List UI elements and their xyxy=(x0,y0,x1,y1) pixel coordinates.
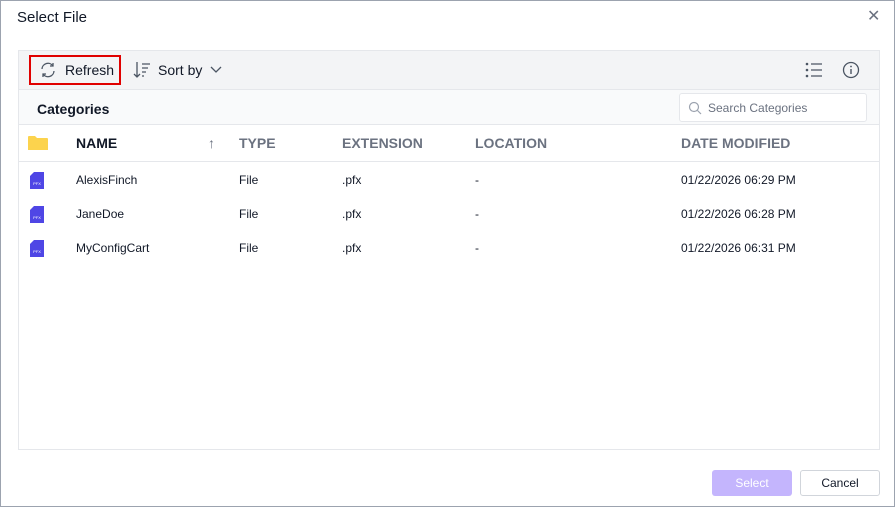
file-name: MyConfigCart xyxy=(76,241,150,255)
file-manager: Refresh Sort by Categories NAME ↑ TYPE E… xyxy=(18,50,880,450)
table-row[interactable]: PFX MyConfigCart File .pfx - 01/22/2026 … xyxy=(19,230,879,264)
file-location: - xyxy=(475,207,479,221)
sort-ascending-icon: ↑ xyxy=(208,135,215,151)
sort-by-button[interactable]: Sort by xyxy=(132,55,232,85)
pfx-file-icon: PFX xyxy=(30,206,44,223)
refresh-button[interactable]: Refresh xyxy=(29,55,121,85)
select-file-dialog: Select File ✕ Refresh Sort by Categories xyxy=(0,0,895,507)
refresh-icon xyxy=(41,62,55,78)
search-box xyxy=(679,93,867,122)
folder-icon xyxy=(28,136,48,150)
cancel-button[interactable]: Cancel xyxy=(800,470,880,496)
file-location: - xyxy=(475,173,479,187)
column-date-modified[interactable]: DATE MODIFIED xyxy=(681,135,790,151)
dialog-title: Select File xyxy=(17,9,88,26)
close-icon[interactable]: ✕ xyxy=(867,6,880,26)
refresh-label: Refresh xyxy=(65,62,115,78)
sort-icon xyxy=(133,62,150,78)
select-button[interactable]: Select xyxy=(712,470,792,496)
pfx-file-icon: PFX xyxy=(30,240,44,257)
list-view-icon[interactable] xyxy=(804,61,824,79)
file-extension: .pfx xyxy=(342,173,362,187)
file-extension: .pfx xyxy=(342,207,362,221)
pfx-file-icon: PFX xyxy=(30,172,44,189)
svg-text:PFX: PFX xyxy=(33,215,41,220)
column-location[interactable]: LOCATION xyxy=(475,135,547,151)
file-date-modified: 01/22/2026 06:29 PM xyxy=(681,173,796,187)
file-date-modified: 01/22/2026 06:31 PM xyxy=(681,241,796,255)
column-name[interactable]: NAME xyxy=(76,135,117,151)
file-name: JaneDoe xyxy=(76,207,125,221)
toolbar: Refresh Sort by xyxy=(19,51,879,90)
column-extension[interactable]: EXTENSION xyxy=(342,135,423,151)
table-row[interactable]: PFX JaneDoe File .pfx - 01/22/2026 06:28… xyxy=(19,196,879,230)
chevron-down-icon xyxy=(210,66,222,73)
svg-text:PFX: PFX xyxy=(33,249,41,254)
search-input[interactable] xyxy=(708,100,858,115)
info-icon[interactable] xyxy=(842,61,860,79)
svg-text:PFX: PFX xyxy=(33,181,41,186)
sort-by-label: Sort by xyxy=(158,62,203,78)
search-icon xyxy=(688,101,702,114)
file-location: - xyxy=(475,241,479,255)
categories-label: Categories xyxy=(37,101,110,117)
file-type: File xyxy=(239,241,259,255)
table-row[interactable]: PFX AlexisFinch File .pfx - 01/22/2026 0… xyxy=(19,162,879,196)
file-date-modified: 01/22/2026 06:28 PM xyxy=(681,207,796,221)
file-name: AlexisFinch xyxy=(76,173,138,187)
file-type: File xyxy=(239,173,259,187)
file-type: File xyxy=(239,207,259,221)
file-extension: .pfx xyxy=(342,241,362,255)
table-header: NAME ↑ TYPE EXTENSION LOCATION DATE MODI… xyxy=(19,125,879,162)
column-type[interactable]: TYPE xyxy=(239,135,276,151)
categories-bar: Categories xyxy=(19,90,879,125)
